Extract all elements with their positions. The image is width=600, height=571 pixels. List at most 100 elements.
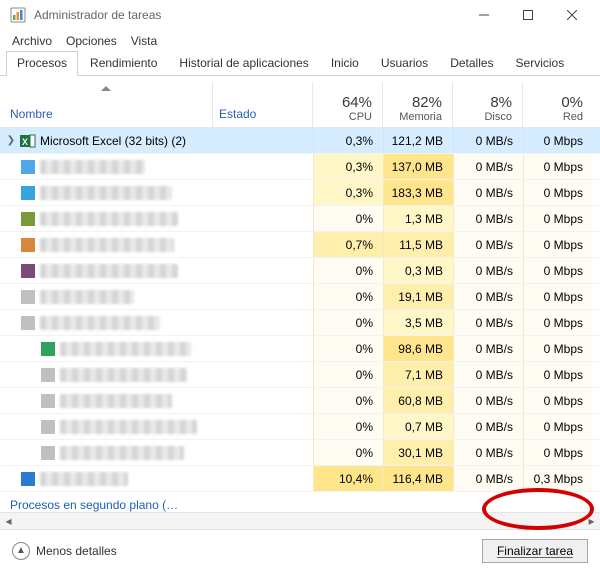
menu-file[interactable]: Archivo bbox=[6, 32, 58, 50]
col-memory[interactable]: 82% Memoria bbox=[383, 82, 453, 127]
tab-procesos[interactable]: Procesos bbox=[6, 51, 78, 76]
col-state[interactable]: Estado bbox=[213, 82, 313, 127]
disk-cell: 0 MB/s bbox=[453, 466, 523, 491]
redacted-process-name bbox=[40, 316, 160, 330]
state-cell bbox=[213, 336, 313, 361]
mem-cell: 3,5 MB bbox=[383, 310, 453, 335]
tab-strip: ProcesosRendimientoHistorial de aplicaci… bbox=[0, 52, 600, 76]
col-cpu[interactable]: 64% CPU bbox=[313, 82, 383, 127]
cpu-cell: 0% bbox=[313, 362, 383, 387]
state-cell bbox=[213, 258, 313, 283]
state-cell bbox=[213, 310, 313, 335]
horizontal-scrollbar[interactable]: ◂ ▸ bbox=[0, 512, 600, 529]
memory-usage-total: 82% bbox=[412, 94, 442, 111]
process-row[interactable]: 0%3,5 MB0 MB/s0 Mbps bbox=[0, 310, 600, 336]
disk-cell: 0 MB/s bbox=[453, 362, 523, 387]
app-color-chip bbox=[20, 263, 36, 279]
process-name-cell bbox=[0, 466, 213, 491]
app-color-chip bbox=[20, 237, 36, 253]
app-color-chip bbox=[20, 185, 36, 201]
tab-historial-de-aplicaciones[interactable]: Historial de aplicaciones bbox=[169, 52, 318, 75]
disk-cell: 0 MB/s bbox=[453, 258, 523, 283]
menu-view[interactable]: Vista bbox=[125, 32, 163, 50]
process-row[interactable]: 0%0,3 MB0 MB/s0 Mbps bbox=[0, 258, 600, 284]
window-title: Administrador de tareas bbox=[34, 8, 462, 22]
process-name-cell bbox=[0, 284, 213, 309]
disk-usage-total: 8% bbox=[490, 94, 512, 111]
state-cell bbox=[213, 466, 313, 491]
process-row[interactable]: 0%30,1 MB0 MB/s0 Mbps bbox=[0, 440, 600, 466]
process-name-cell bbox=[0, 310, 213, 335]
state-cell bbox=[213, 414, 313, 439]
app-color-chip bbox=[40, 341, 56, 357]
scroll-left-icon[interactable]: ◂ bbox=[0, 513, 17, 530]
cpu-label: CPU bbox=[349, 111, 372, 123]
process-row[interactable]: 0%19,1 MB0 MB/s0 Mbps bbox=[0, 284, 600, 310]
col-name[interactable]: Nombre bbox=[0, 82, 213, 127]
app-color-chip bbox=[20, 289, 36, 305]
disk-cell: 0 MB/s bbox=[453, 128, 523, 153]
process-row[interactable]: 0,7%11,5 MB0 MB/s0 Mbps bbox=[0, 232, 600, 258]
redacted-process-name bbox=[40, 160, 145, 174]
redacted-process-name bbox=[40, 238, 174, 252]
maximize-button[interactable] bbox=[506, 0, 550, 30]
expand-caret-icon[interactable]: ❯ bbox=[6, 135, 16, 146]
net-cell: 0 Mbps bbox=[523, 154, 593, 179]
process-row[interactable]: 0%1,3 MB0 MB/s0 Mbps bbox=[0, 206, 600, 232]
process-row[interactable]: 0%60,8 MB0 MB/s0 Mbps bbox=[0, 388, 600, 414]
process-row[interactable]: 0%98,6 MB0 MB/s0 Mbps bbox=[0, 336, 600, 362]
menu-options[interactable]: Opciones bbox=[60, 32, 123, 50]
scroll-right-icon[interactable]: ▸ bbox=[583, 513, 600, 530]
net-cell: 0 Mbps bbox=[523, 388, 593, 413]
col-disk[interactable]: 8% Disco bbox=[453, 82, 523, 127]
mem-cell: 121,2 MB bbox=[383, 128, 453, 153]
disk-cell: 0 MB/s bbox=[453, 310, 523, 335]
net-cell: 0 Mbps bbox=[523, 414, 593, 439]
cpu-cell: 0,3% bbox=[313, 154, 383, 179]
redacted-process-name bbox=[60, 446, 184, 460]
state-cell bbox=[213, 232, 313, 257]
cpu-cell: 0% bbox=[313, 336, 383, 361]
mem-cell: 98,6 MB bbox=[383, 336, 453, 361]
process-name-cell: ❯XMicrosoft Excel (32 bits) (2) bbox=[0, 128, 213, 153]
process-list[interactable]: ❯XMicrosoft Excel (32 bits) (2) 0,3%121,2… bbox=[0, 128, 600, 494]
scroll-track[interactable] bbox=[17, 513, 583, 530]
app-color-chip bbox=[40, 419, 56, 435]
app-icon bbox=[10, 7, 26, 23]
process-row[interactable]: 0,3%137,0 MB0 MB/s0 Mbps bbox=[0, 154, 600, 180]
process-row[interactable]: 10,4%116,4 MB0 MB/s0,3 Mbps bbox=[0, 466, 600, 492]
chevron-up-icon: ▲ bbox=[12, 542, 30, 560]
process-row[interactable]: 0%7,1 MB0 MB/s0 Mbps bbox=[0, 362, 600, 388]
process-row[interactable]: 0,3%183,3 MB0 MB/s0 Mbps bbox=[0, 180, 600, 206]
minimize-button[interactable] bbox=[462, 0, 506, 30]
tab-rendimiento[interactable]: Rendimiento bbox=[80, 52, 167, 75]
cpu-cell: 0% bbox=[313, 414, 383, 439]
app-color-chip bbox=[20, 159, 36, 175]
redacted-process-name bbox=[60, 342, 191, 356]
process-name-cell bbox=[0, 362, 213, 387]
memory-label: Memoria bbox=[399, 111, 442, 123]
tab-servicios[interactable]: Servicios bbox=[506, 52, 575, 75]
cpu-cell: 0% bbox=[313, 440, 383, 465]
col-net[interactable]: 0% Red bbox=[523, 82, 593, 127]
tab-usuarios[interactable]: Usuarios bbox=[371, 52, 438, 75]
disk-cell: 0 MB/s bbox=[453, 154, 523, 179]
mem-cell: 19,1 MB bbox=[383, 284, 453, 309]
tab-detalles[interactable]: Detalles bbox=[440, 52, 503, 75]
end-task-button[interactable]: Finalizar tarea bbox=[482, 539, 588, 563]
close-button[interactable] bbox=[550, 0, 594, 30]
disk-cell: 0 MB/s bbox=[453, 232, 523, 257]
disk-cell: 0 MB/s bbox=[453, 206, 523, 231]
disk-cell: 0 MB/s bbox=[453, 440, 523, 465]
disk-label: Disco bbox=[484, 111, 512, 123]
redacted-process-name bbox=[40, 472, 128, 486]
process-row[interactable]: ❯XMicrosoft Excel (32 bits) (2)0,3%121,2… bbox=[0, 128, 600, 154]
state-cell bbox=[213, 180, 313, 205]
cpu-usage-total: 64% bbox=[342, 94, 372, 111]
background-processes-group[interactable]: Procesos en segundo plano (… bbox=[0, 494, 600, 512]
fewer-details-toggle[interactable]: ▲ Menos detalles bbox=[12, 542, 117, 560]
tab-inicio[interactable]: Inicio bbox=[321, 52, 369, 75]
disk-cell: 0 MB/s bbox=[453, 336, 523, 361]
process-row[interactable]: 0%0,7 MB0 MB/s0 Mbps bbox=[0, 414, 600, 440]
net-cell: 0,3 Mbps bbox=[523, 466, 593, 491]
